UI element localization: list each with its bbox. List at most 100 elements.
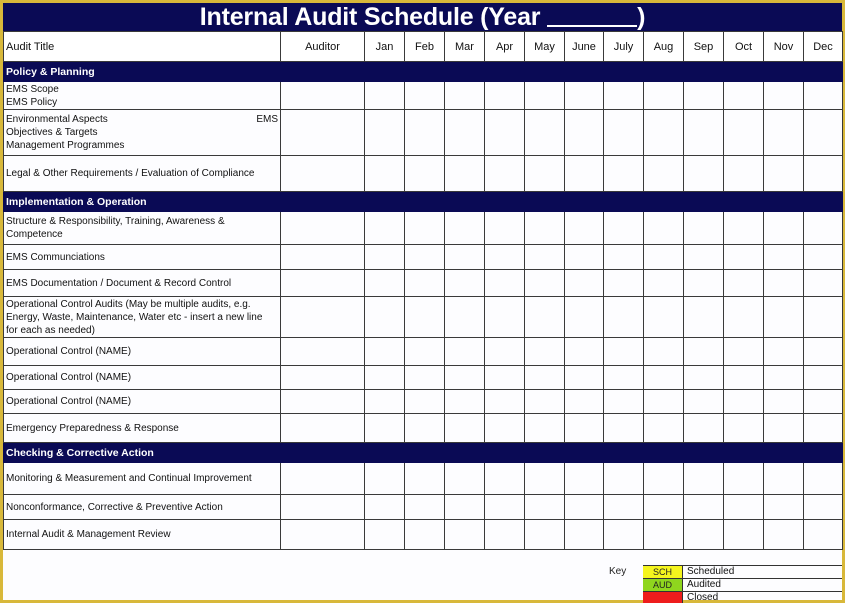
- month-cell-mar[interactable]: [444, 211, 485, 245]
- month-cell-july[interactable]: [603, 109, 644, 156]
- month-cell-oct[interactable]: [723, 244, 764, 270]
- month-cell-sep[interactable]: [683, 519, 724, 550]
- month-cell-may[interactable]: [524, 269, 565, 297]
- month-cell-sep[interactable]: [683, 81, 724, 110]
- month-cell-oct[interactable]: [723, 337, 764, 366]
- month-cell-dec[interactable]: [803, 81, 843, 110]
- audit-title-cell[interactable]: Emergency Preparedness & Response: [3, 413, 281, 443]
- month-cell-apr[interactable]: [484, 413, 525, 443]
- month-cell-may[interactable]: [524, 462, 565, 495]
- month-cell-mar[interactable]: [444, 337, 485, 366]
- month-cell-july[interactable]: [603, 413, 644, 443]
- month-cell-june[interactable]: [564, 494, 604, 520]
- month-cell-may[interactable]: [524, 211, 565, 245]
- month-cell-mar[interactable]: [444, 389, 485, 414]
- month-cell-july[interactable]: [603, 244, 644, 270]
- auditor-cell[interactable]: [280, 413, 365, 443]
- audit-title-cell[interactable]: EMS Communciations: [3, 244, 281, 270]
- month-cell-dec[interactable]: [803, 413, 843, 443]
- month-cell-oct[interactable]: [723, 494, 764, 520]
- month-cell-sep[interactable]: [683, 109, 724, 156]
- auditor-cell[interactable]: [280, 296, 365, 338]
- month-cell-june[interactable]: [564, 244, 604, 270]
- month-cell-aug[interactable]: [643, 519, 684, 550]
- month-cell-aug[interactable]: [643, 494, 684, 520]
- month-cell-mar[interactable]: [444, 365, 485, 390]
- month-cell-feb[interactable]: [404, 389, 445, 414]
- month-cell-jan[interactable]: [364, 365, 405, 390]
- month-cell-mar[interactable]: [444, 494, 485, 520]
- month-cell-jan[interactable]: [364, 413, 405, 443]
- month-cell-sep[interactable]: [683, 244, 724, 270]
- month-cell-sep[interactable]: [683, 462, 724, 495]
- month-cell-sep[interactable]: [683, 211, 724, 245]
- month-cell-mar[interactable]: [444, 155, 485, 192]
- auditor-cell[interactable]: [280, 81, 365, 110]
- month-cell-aug[interactable]: [643, 109, 684, 156]
- month-cell-apr[interactable]: [484, 155, 525, 192]
- audit-title-cell[interactable]: Operational Control Audits (May be multi…: [3, 296, 281, 338]
- month-cell-feb[interactable]: [404, 109, 445, 156]
- month-cell-july[interactable]: [603, 81, 644, 110]
- auditor-cell[interactable]: [280, 337, 365, 366]
- month-cell-may[interactable]: [524, 244, 565, 270]
- month-cell-july[interactable]: [603, 269, 644, 297]
- month-cell-may[interactable]: [524, 155, 565, 192]
- month-cell-sep[interactable]: [683, 365, 724, 390]
- auditor-cell[interactable]: [280, 211, 365, 245]
- month-cell-oct[interactable]: [723, 211, 764, 245]
- month-cell-mar[interactable]: [444, 296, 485, 338]
- month-cell-feb[interactable]: [404, 494, 445, 520]
- month-cell-may[interactable]: [524, 365, 565, 390]
- month-cell-july[interactable]: [603, 462, 644, 495]
- month-cell-apr[interactable]: [484, 337, 525, 366]
- month-cell-june[interactable]: [564, 155, 604, 192]
- month-cell-oct[interactable]: [723, 109, 764, 156]
- month-cell-aug[interactable]: [643, 155, 684, 192]
- month-cell-nov[interactable]: [763, 81, 804, 110]
- month-cell-nov[interactable]: [763, 462, 804, 495]
- month-cell-feb[interactable]: [404, 211, 445, 245]
- month-cell-may[interactable]: [524, 519, 565, 550]
- month-cell-mar[interactable]: [444, 244, 485, 270]
- month-cell-apr[interactable]: [484, 519, 525, 550]
- month-cell-may[interactable]: [524, 81, 565, 110]
- month-cell-may[interactable]: [524, 337, 565, 366]
- month-cell-feb[interactable]: [404, 365, 445, 390]
- month-cell-feb[interactable]: [404, 413, 445, 443]
- month-cell-jan[interactable]: [364, 155, 405, 192]
- month-cell-jan[interactable]: [364, 211, 405, 245]
- auditor-cell[interactable]: [280, 244, 365, 270]
- month-cell-feb[interactable]: [404, 155, 445, 192]
- month-cell-nov[interactable]: [763, 389, 804, 414]
- month-cell-sep[interactable]: [683, 296, 724, 338]
- month-cell-feb[interactable]: [404, 269, 445, 297]
- month-cell-dec[interactable]: [803, 337, 843, 366]
- month-cell-aug[interactable]: [643, 269, 684, 297]
- audit-title-cell[interactable]: Operational Control (NAME): [3, 389, 281, 414]
- auditor-cell[interactable]: [280, 494, 365, 520]
- month-cell-apr[interactable]: [484, 81, 525, 110]
- month-cell-feb[interactable]: [404, 462, 445, 495]
- month-cell-aug[interactable]: [643, 365, 684, 390]
- month-cell-sep[interactable]: [683, 413, 724, 443]
- month-cell-july[interactable]: [603, 296, 644, 338]
- month-cell-dec[interactable]: [803, 462, 843, 495]
- month-cell-nov[interactable]: [763, 337, 804, 366]
- month-cell-june[interactable]: [564, 413, 604, 443]
- month-cell-dec[interactable]: [803, 365, 843, 390]
- month-cell-apr[interactable]: [484, 211, 525, 245]
- month-cell-aug[interactable]: [643, 337, 684, 366]
- month-cell-jan[interactable]: [364, 462, 405, 495]
- audit-title-cell[interactable]: Internal Audit & Management Review: [3, 519, 281, 550]
- month-cell-sep[interactable]: [683, 337, 724, 366]
- month-cell-july[interactable]: [603, 519, 644, 550]
- month-cell-aug[interactable]: [643, 211, 684, 245]
- month-cell-jan[interactable]: [364, 81, 405, 110]
- audit-title-cell[interactable]: Monitoring & Measurement and Continual I…: [3, 462, 281, 495]
- month-cell-june[interactable]: [564, 462, 604, 495]
- month-cell-nov[interactable]: [763, 413, 804, 443]
- month-cell-oct[interactable]: [723, 413, 764, 443]
- month-cell-dec[interactable]: [803, 244, 843, 270]
- auditor-cell[interactable]: [280, 155, 365, 192]
